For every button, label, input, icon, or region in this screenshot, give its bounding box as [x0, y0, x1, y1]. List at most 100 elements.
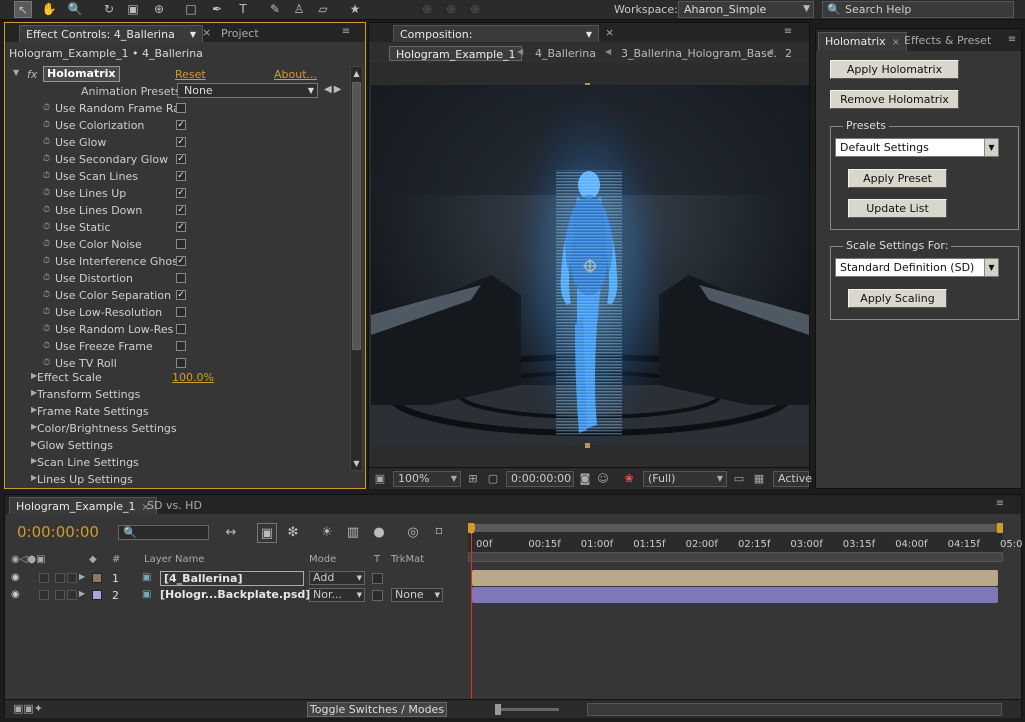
effect-option-checkbox[interactable]: ✓: [176, 171, 186, 181]
stopwatch-icon[interactable]: ⏱: [43, 324, 54, 335]
camera-tool-icon[interactable]: ▣: [124, 1, 142, 18]
effect-option-checkbox[interactable]: ✓: [176, 188, 186, 198]
label-color-swatch[interactable]: [92, 590, 102, 600]
work-area-bar[interactable]: [468, 524, 1003, 532]
close-icon[interactable]: ×: [605, 26, 614, 39]
clone-stamp-tool-icon[interactable]: ♙: [290, 1, 308, 18]
effect-option-checkbox[interactable]: ✓: [176, 222, 186, 232]
preserve-transparency-checkbox[interactable]: [372, 573, 383, 584]
effect-option-checkbox[interactable]: ✓: [176, 137, 186, 147]
rotation-tool-icon[interactable]: ↻: [100, 1, 118, 18]
lock-toggle[interactable]: [67, 573, 77, 583]
stopwatch-icon[interactable]: ⏱: [43, 188, 54, 199]
remove-holomatrix-button[interactable]: Remove Holomatrix: [830, 90, 959, 109]
effect-option-checkbox[interactable]: ✓: [176, 120, 186, 130]
stopwatch-icon[interactable]: ⏱: [43, 222, 54, 233]
draft-3d-icon[interactable]: ❇: [283, 523, 303, 543]
effect-option-checkbox[interactable]: ✓: [176, 290, 186, 300]
timeline-timecode[interactable]: 0:00:00:00: [17, 523, 99, 541]
motion-blur-icon[interactable]: ●: [369, 523, 389, 543]
graph-editor-icon[interactable]: ⌑: [429, 523, 449, 543]
effect-option-checkbox[interactable]: [176, 341, 186, 351]
effect-group-row[interactable]: ▶ Color/Brightness Settings: [5, 420, 350, 437]
tab-effect-controls[interactable]: Effect Controls: 4_Ballerina ▼: [19, 25, 203, 42]
stopwatch-icon[interactable]: ⏱: [43, 256, 54, 267]
toggle-switches-modes-button[interactable]: Toggle Switches / Modes: [307, 702, 447, 717]
scale-settings-dropdown[interactable]: Standard Definition (SD) ▼: [835, 258, 999, 277]
table-row[interactable]: ◉ ▶ 1 ▣ [4_Ballerina] Add ▼: [5, 570, 467, 587]
effect-group-row[interactable]: ▶ Transform Settings: [5, 386, 350, 403]
crumb-4-ballerina[interactable]: 4_Ballerina: [529, 46, 602, 61]
live-update-icon[interactable]: ▣: [257, 523, 277, 543]
eraser-tool-icon[interactable]: ▱: [314, 1, 332, 18]
chevron-down-icon[interactable]: ▼: [586, 26, 592, 43]
effect-scale-value[interactable]: 100.0%: [172, 371, 214, 384]
expand-triangle-icon[interactable]: ▶: [79, 572, 85, 581]
stopwatch-icon[interactable]: ⏱: [43, 103, 54, 114]
panel-menu-icon[interactable]: ≡: [1005, 34, 1019, 46]
layer-name[interactable]: [4_Ballerina]: [160, 571, 304, 586]
apply-scaling-button[interactable]: Apply Scaling: [848, 289, 947, 308]
eye-icon[interactable]: ◉: [11, 589, 20, 600]
effect-group-row[interactable]: ▶ Frame Rate Settings: [5, 403, 350, 420]
hide-shy-layers-icon[interactable]: ☀: [317, 523, 337, 543]
crumb-2[interactable]: 2: [779, 46, 798, 61]
label-color-swatch[interactable]: [92, 573, 102, 583]
stopwatch-icon[interactable]: ⏱: [43, 307, 54, 318]
close-icon[interactable]: ×: [202, 26, 211, 39]
stopwatch-icon[interactable]: ⏱: [43, 239, 54, 250]
expand-triangle-icon[interactable]: ▶: [79, 589, 85, 598]
panel-menu-icon[interactable]: ≡: [781, 26, 795, 38]
stopwatch-icon[interactable]: ⏱: [43, 341, 54, 352]
effect-option-checkbox[interactable]: ✓: [176, 256, 186, 266]
zoom-tool-icon[interactable]: 🔍: [66, 1, 84, 18]
effect-controls-scrollbar[interactable]: ▲ ▼: [350, 66, 363, 471]
lock-toggle[interactable]: [67, 590, 77, 600]
table-row[interactable]: ◉ ▶ 2 ▣ [Hologr...Backplate.psd] Nor... ▼ None ▼: [5, 587, 467, 604]
resolution-select[interactable]: (Full) ▼: [643, 471, 727, 487]
effect-group-row[interactable]: ▶ Glow Settings: [5, 437, 350, 454]
camera-snapshot-icon[interactable]: ◙: [577, 471, 593, 487]
type-tool-icon[interactable]: T: [234, 1, 252, 18]
tab-project[interactable]: Project: [215, 25, 265, 42]
update-list-button[interactable]: Update List: [848, 199, 947, 218]
playhead[interactable]: [471, 524, 472, 699]
audio-toggle[interactable]: [39, 573, 49, 583]
track-matte-select[interactable]: None ▼: [391, 588, 443, 602]
stopwatch-icon[interactable]: ⏱: [43, 290, 54, 301]
effect-option-checkbox[interactable]: [176, 273, 186, 283]
fast-previews-icon[interactable]: ▭: [731, 471, 747, 487]
transparency-grid-icon[interactable]: ▦: [751, 471, 767, 487]
always-preview-icon[interactable]: ▣: [372, 471, 388, 487]
solo-toggle[interactable]: [55, 590, 65, 600]
panel-menu-icon[interactable]: ≡: [993, 498, 1007, 510]
brainstorm-icon[interactable]: ◎: [403, 523, 423, 543]
tab-holomatrix[interactable]: Holomatrix ×: [818, 32, 908, 51]
stopwatch-icon[interactable]: ⏱: [43, 120, 54, 131]
color-channels-icon[interactable]: ❀: [621, 471, 637, 487]
stopwatch-icon[interactable]: ⏱: [43, 171, 54, 182]
presets-dropdown[interactable]: Default Settings ▼: [835, 138, 999, 157]
effect-group-row[interactable]: ▶ Scan Line Settings: [5, 454, 350, 471]
solo-toggle[interactable]: [55, 573, 65, 583]
apply-holomatrix-button[interactable]: Apply Holomatrix: [830, 60, 959, 79]
zoom-slider-thumb[interactable]: [495, 704, 501, 715]
tab-sd-vs-hd[interactable]: SD vs. HD: [141, 497, 208, 514]
chevron-down-icon[interactable]: ▼: [190, 26, 196, 43]
brush-tool-icon[interactable]: ✎: [266, 1, 284, 18]
search-help-input[interactable]: 🔍 Search Help: [822, 1, 1014, 18]
panel-menu-icon[interactable]: ≡: [339, 26, 353, 38]
reset-link[interactable]: Reset: [175, 68, 206, 81]
pen-tool-icon[interactable]: ✒: [208, 1, 226, 18]
preserve-transparency-checkbox[interactable]: [372, 590, 383, 601]
scroll-down-icon[interactable]: ▼: [351, 457, 362, 470]
tab-composition[interactable]: Composition: Hologram_Example_1 ▼: [393, 25, 599, 58]
comp-mini-flowchart-icon[interactable]: ↔: [221, 523, 241, 543]
fx-icon[interactable]: fx: [27, 68, 37, 81]
region-of-interest-icon[interactable]: ▢: [485, 471, 501, 487]
scroll-thumb[interactable]: [352, 82, 361, 350]
effect-option-checkbox[interactable]: [176, 103, 186, 113]
stopwatch-icon[interactable]: ⏱: [43, 273, 54, 284]
rectangle-tool-icon[interactable]: □: [182, 1, 200, 18]
scroll-up-icon[interactable]: ▲: [351, 67, 362, 80]
